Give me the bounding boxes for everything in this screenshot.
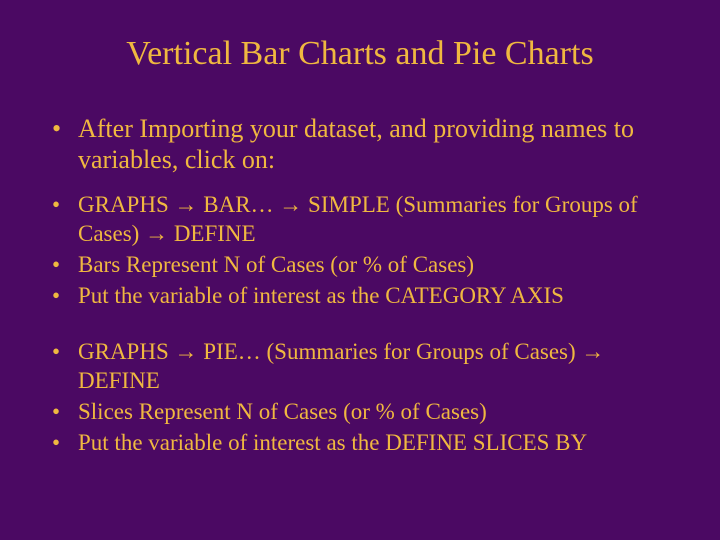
pie-step-2: Slices Represent N of Cases (or % of Cas… [50,398,670,427]
pie-step-1: GRAPHS → PIE… (Summaries for Groups of C… [50,338,670,396]
bullet-list: After Importing your dataset, and provid… [50,113,670,457]
bar-step-2: Bars Represent N of Cases (or % of Cases… [50,251,670,280]
bar-step-3: Put the variable of interest as the CATE… [50,282,670,311]
pie-step-3: Put the variable of interest as the DEFI… [50,429,670,458]
intro-bullet: After Importing your dataset, and provid… [50,113,670,175]
bar-step-1: GRAPHS → BAR… → SIMPLE (Summaries for Gr… [50,191,670,249]
slide-title: Vertical Bar Charts and Pie Charts [50,35,670,73]
